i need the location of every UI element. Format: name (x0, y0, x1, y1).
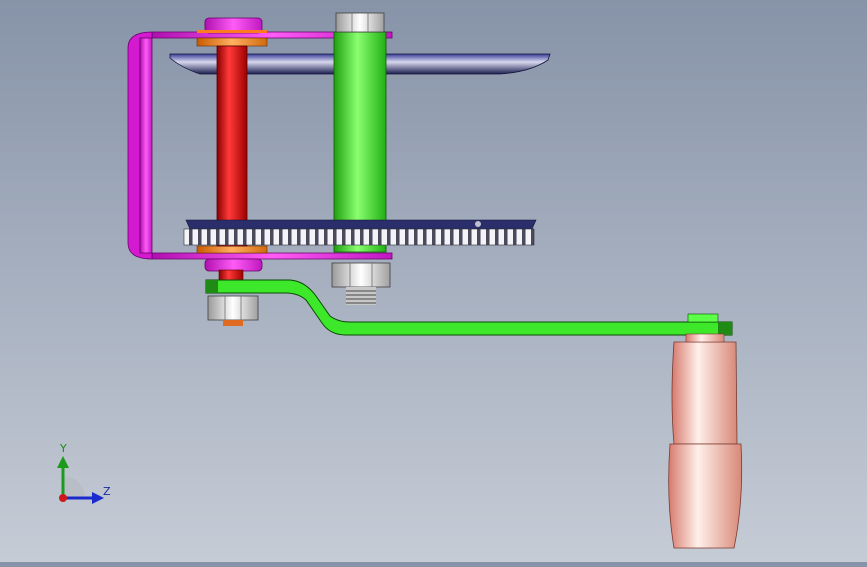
cad-viewport[interactable]: Y Z (0, 0, 867, 562)
assembly-model[interactable] (0, 0, 867, 562)
axis-y-label: Y (60, 442, 67, 455)
crank-arm[interactable] (205, 279, 733, 336)
axis-z-label: Z (103, 485, 111, 498)
green-shaft[interactable] (333, 31, 387, 253)
spur-gear[interactable] (183, 219, 537, 246)
orientation-triad[interactable]: Y Z (48, 438, 118, 508)
bolt-thread (346, 287, 376, 305)
handle-grip[interactable] (668, 333, 743, 549)
